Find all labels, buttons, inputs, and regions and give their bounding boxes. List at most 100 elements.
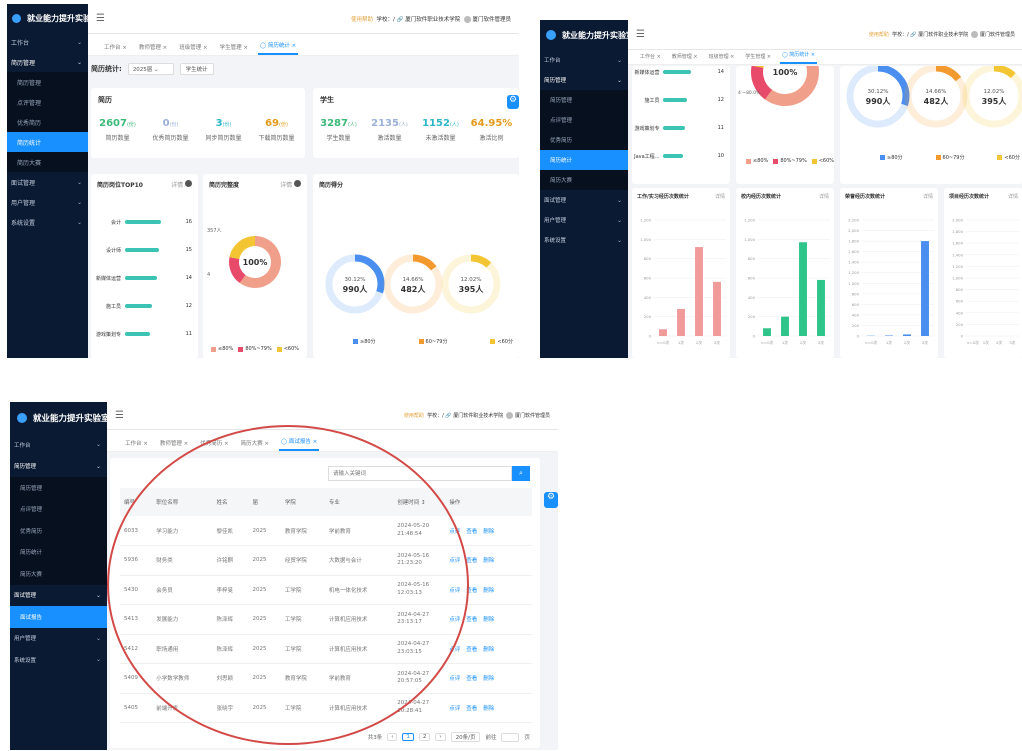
delete-button[interactable]: 删除 — [483, 529, 494, 535]
sidebar-item[interactable]: 面试管理 ⌄ — [7, 172, 88, 192]
delete-button[interactable]: 删除 — [483, 588, 494, 594]
top10-label: 游戏策划专 — [634, 126, 660, 132]
sidebar-item[interactable]: 用户管理 ⌄ — [540, 210, 628, 230]
tab[interactable]: 学生管理 × — [218, 43, 250, 55]
page-button[interactable]: 2 — [418, 733, 431, 741]
year-select[interactable]: 2025届 ⌄ — [127, 63, 174, 75]
menu-toggle-icon[interactable]: ☰ — [115, 410, 124, 421]
sidebar-item[interactable]: 优秀简历 — [540, 130, 628, 150]
sidebar-item[interactable]: 简历管理 ⌄ — [7, 52, 88, 72]
tab[interactable]: 工作台 × — [102, 43, 129, 55]
bar-chart-header: 项目经历次数统计 详情 — [944, 188, 1022, 205]
search-button[interactable]: ⌕ — [512, 466, 530, 481]
sidebar-item[interactable]: 简历大赛 — [540, 170, 628, 190]
delete-button[interactable]: 删除 — [483, 647, 494, 653]
sidebar-item[interactable]: 简历统计 — [7, 132, 88, 152]
view-button[interactable]: 查看 — [466, 706, 477, 712]
user-name[interactable]: 厦门软件管理员 — [980, 32, 1015, 38]
sidebar-item[interactable]: 工作台 ⌄ — [10, 434, 107, 456]
y-tick-label: 200 — [748, 314, 756, 319]
help-link[interactable]: 使用帮助 — [351, 17, 373, 23]
sidebar-item[interactable]: 简历统计 — [10, 541, 107, 563]
delete-button[interactable]: 删除 — [483, 706, 494, 712]
tab[interactable]: 班级管理 × — [177, 43, 209, 55]
avatar[interactable] — [971, 31, 979, 38]
prev-page-button[interactable]: ‹ — [387, 733, 398, 741]
page-button[interactable]: 1 — [402, 733, 414, 741]
sidebar-item[interactable]: 工作台 ⌄ — [7, 32, 88, 52]
tab[interactable]: 教师管理 × — [137, 43, 169, 55]
review-button[interactable]: 点评 — [449, 706, 460, 712]
tab[interactable]: 班级管理 × — [707, 53, 737, 64]
sidebar-item[interactable]: 系统设置 ⌄ — [7, 212, 88, 232]
sidebar-item[interactable]: 点评管理 — [10, 498, 107, 520]
settings-gear-icon[interactable]: ⚙ — [544, 492, 558, 508]
app-title: 就业能力提升实验室 — [33, 414, 110, 424]
legend-item: 80%~79% — [238, 346, 272, 353]
tab[interactable]: 教师管理 × — [670, 53, 700, 64]
bar-chart-more[interactable]: 详情 — [923, 193, 933, 200]
view-button[interactable]: 查看 — [466, 529, 477, 535]
menu-toggle-icon[interactable]: ☰ — [96, 13, 105, 24]
user-name[interactable]: 厦门软件管理员 — [472, 17, 511, 23]
x-tick-label: <=0次 — [865, 340, 878, 345]
view-button[interactable]: 查看 — [466, 617, 477, 623]
help-link[interactable]: 使用帮助 — [404, 413, 424, 419]
sidebar-item[interactable]: 面试管理 ⌄ — [10, 585, 107, 607]
delete-button[interactable]: 删除 — [483, 676, 494, 682]
sidebar-item[interactable]: 简历管理 ⌄ — [540, 70, 628, 90]
sidebar-item[interactable]: 简历管理 — [540, 90, 628, 110]
view-button[interactable]: 查看 — [466, 647, 477, 653]
sidebar-item[interactable]: 面试管理 ⌄ — [540, 190, 628, 210]
y-tick-label: 800 — [644, 256, 652, 261]
bar-chart-more[interactable]: 详情 — [715, 193, 725, 200]
sidebar-item[interactable]: 简历管理 — [7, 72, 88, 92]
user-name[interactable]: 厦门软件管理员 — [515, 413, 550, 419]
next-page-button[interactable]: › — [435, 733, 446, 741]
sidebar-item[interactable]: 优秀简历 — [10, 520, 107, 542]
sidebar-item[interactable]: 用户管理 ⌄ — [7, 192, 88, 212]
bar-chart-more[interactable]: 详情 — [819, 193, 829, 200]
chevron-down-icon: ⌄ — [95, 462, 101, 470]
completeness-more[interactable]: 详情 — [280, 180, 301, 189]
sidebar-item[interactable]: 点评管理 — [7, 92, 88, 112]
help-link[interactable]: 使用帮助 — [869, 32, 889, 38]
tab[interactable]: 学生管理 × — [743, 53, 773, 64]
delete-button[interactable]: 删除 — [483, 558, 494, 564]
y-tick-label: 600 — [956, 299, 964, 304]
settings-gear-icon[interactable]: ⚙ — [507, 95, 519, 109]
avatar[interactable] — [506, 412, 514, 419]
tab[interactable]: 教师管理 × — [158, 439, 190, 451]
view-button[interactable]: 查看 — [466, 558, 477, 564]
page-size-select[interactable]: 20条/页 — [450, 732, 481, 742]
sidebar-item[interactable]: 工作台 ⌄ — [540, 50, 628, 70]
sidebar-item[interactable]: 优秀简历 — [7, 112, 88, 132]
avatar[interactable] — [463, 15, 471, 23]
top10-bar — [663, 70, 692, 74]
tab[interactable]: 工作台 × — [638, 53, 663, 64]
tab[interactable]: ◯ 简历统计 × — [780, 51, 818, 64]
tab[interactable]: 工作台 × — [123, 439, 150, 451]
bar-chart-more[interactable]: 详情 — [1008, 193, 1018, 200]
sidebar-item[interactable]: 简历管理 — [10, 477, 107, 499]
top10-more[interactable]: 详情 — [171, 180, 192, 189]
tab[interactable]: ◯ 简历统计 × — [257, 41, 299, 55]
sidebar-item[interactable]: 系统设置 ⌄ — [10, 649, 107, 671]
goto-page-input[interactable] — [501, 732, 520, 742]
sidebar-item[interactable]: 用户管理 ⌄ — [10, 628, 107, 650]
bar-chart-card: 项目经历次数统计 详情 0 200 400 600 800 1,000 1,200 1,400 1,… — [944, 188, 1022, 358]
student-stats-button[interactable]: 学生统计 — [179, 63, 214, 75]
sidebar-item[interactable]: 简历大赛 — [10, 563, 107, 585]
delete-button[interactable]: 删除 — [483, 617, 494, 623]
sidebar-item[interactable]: 面试报告 — [10, 606, 107, 628]
menu-toggle-icon[interactable]: ☰ — [636, 29, 645, 40]
sidebar-item[interactable]: 点评管理 — [540, 110, 628, 130]
sidebar-item[interactable]: 简历管理 ⌄ — [10, 456, 107, 478]
top10-bar — [125, 332, 150, 336]
top-bar: ☰ 使用帮助 学校：/ 🔗 厦门软件职业技术学院 厦门软件管理员 — [88, 4, 519, 34]
view-button[interactable]: 查看 — [466, 676, 477, 682]
sidebar-item[interactable]: 系统设置 ⌄ — [540, 230, 628, 250]
sidebar-item[interactable]: 简历统计 — [540, 150, 628, 170]
review-button[interactable]: 点评 — [449, 676, 460, 682]
sidebar-item[interactable]: 简历大赛 — [7, 152, 88, 172]
